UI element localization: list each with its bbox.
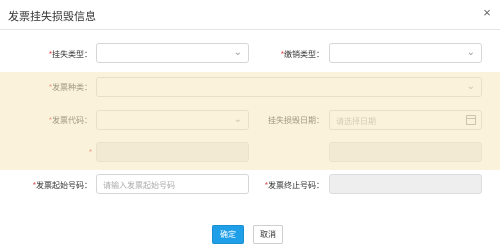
invoice-start-placeholder: 请输入发票起始号码	[103, 181, 175, 190]
dialog-title: 发票挂失损毁信息	[8, 11, 96, 23]
row-three-left-label: *	[88, 148, 92, 157]
cancel-type-select[interactable]: ⌄	[329, 43, 482, 63]
row-three-left-field	[96, 142, 249, 162]
lost-type-label: *挂失类型：	[48, 50, 92, 59]
lost-type-select[interactable]: ⌄	[96, 43, 249, 63]
confirm-button[interactable]: 确定	[212, 225, 244, 244]
cancel-type-label: *缴销类型：	[280, 50, 324, 59]
lost-date-picker[interactable]: 请选择日期	[329, 110, 482, 130]
close-icon[interactable]: ×	[480, 6, 494, 20]
invoice-start-label: *发票起始号码：	[32, 181, 92, 190]
lost-date-label: 挂失损毁日期：	[268, 116, 324, 125]
dialog-titlebar: 发票挂失损毁信息 ×	[0, 0, 500, 30]
invoice-type-select[interactable]: ⌄	[96, 77, 482, 97]
calendar-icon	[466, 115, 476, 125]
invoice-type-label: *发票种类：	[48, 83, 92, 92]
invoice-code-label: *发票代码：	[48, 116, 92, 125]
invoice-end-label: *发票终止号码：	[264, 181, 324, 190]
row-three-right-field	[329, 142, 482, 162]
cancel-button[interactable]: 取消	[253, 225, 283, 244]
invoice-end-field	[329, 174, 482, 194]
invoice-code-select[interactable]: ⌄	[96, 110, 249, 130]
chevron-down-icon: ⌄	[233, 114, 242, 125]
chevron-down-icon: ⌄	[466, 47, 475, 58]
invoice-start-input[interactable]: 请输入发票起始号码	[96, 174, 249, 194]
lost-date-placeholder: 请选择日期	[336, 117, 376, 126]
chevron-down-icon: ⌄	[466, 81, 475, 92]
chevron-down-icon: ⌄	[233, 47, 242, 58]
